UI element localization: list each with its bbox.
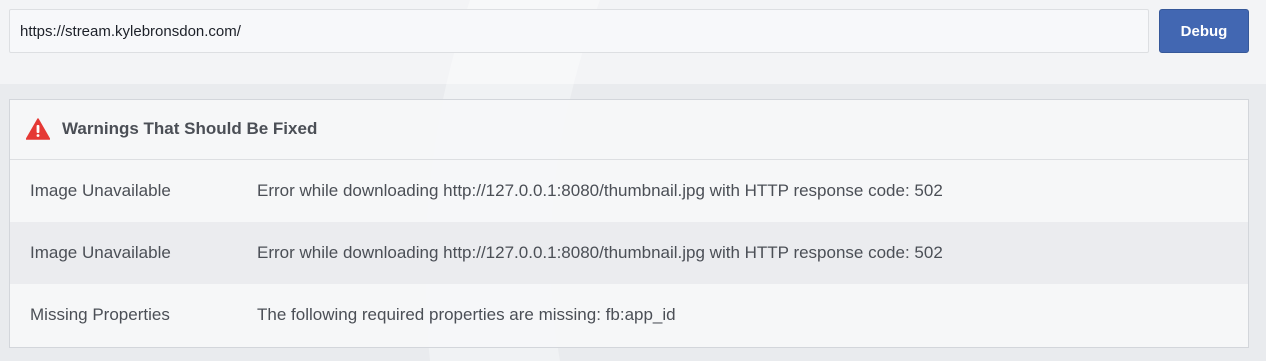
warning-message: Error while downloading http://127.0.0.1… [257,181,943,200]
warning-label: Missing Properties [30,305,170,324]
warning-message: Error while downloading http://127.0.0.1… [257,243,943,262]
url-input[interactable] [9,9,1149,53]
debug-button[interactable]: Debug [1159,9,1249,53]
warning-triangle-icon [26,118,50,140]
warnings-title: Warnings That Should Be Fixed [62,119,318,138]
warning-row: Image Unavailable Error while downloadin… [10,222,1248,284]
warning-row: Missing Properties The following require… [10,284,1248,346]
warnings-panel: Warnings That Should Be Fixed Image Unav… [9,99,1249,348]
warning-label: Image Unavailable [30,181,171,200]
warning-row: Image Unavailable Error while downloadin… [10,160,1248,222]
warning-message: The following required properties are mi… [257,305,676,324]
warnings-header: Warnings That Should Be Fixed [10,100,1248,160]
warning-label: Image Unavailable [30,243,171,262]
